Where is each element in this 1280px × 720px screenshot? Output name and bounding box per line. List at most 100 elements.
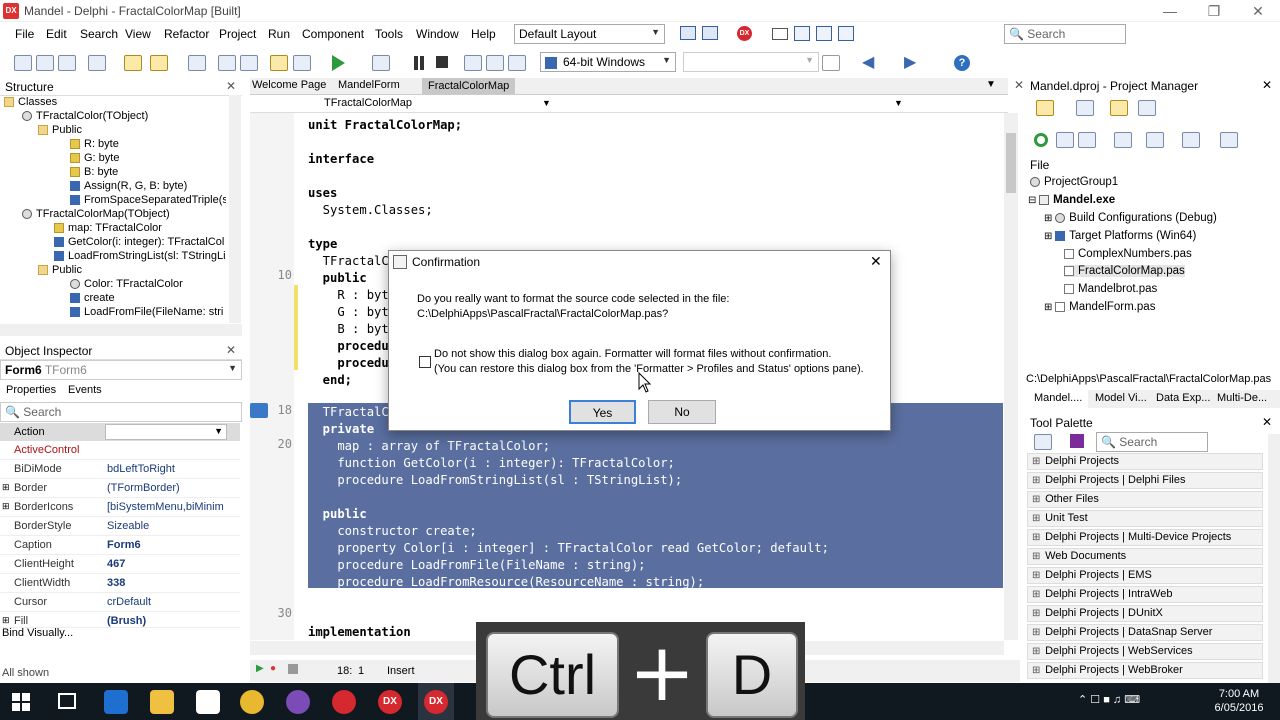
unit-dropdown[interactable]: TFractalColorMap: [324, 97, 412, 109]
categories-icon[interactable]: [1070, 434, 1084, 448]
reopen-icon[interactable]: [124, 55, 142, 71]
ide-search-input[interactable]: 🔍 Search: [1004, 24, 1126, 44]
action-row[interactable]: Action ▼: [0, 423, 240, 441]
palette-category[interactable]: ⊞ Delphi Projects | DUnitX: [1027, 605, 1263, 622]
dx-active-icon[interactable]: DX: [424, 690, 448, 714]
help-icon[interactable]: ?: [954, 55, 970, 71]
folder-icon[interactable]: [1110, 100, 1128, 116]
minimize-button[interactable]: —: [1148, 0, 1192, 22]
palette-category[interactable]: ⊞ Web Documents: [1027, 548, 1263, 565]
run-icon[interactable]: [332, 55, 345, 71]
tree-node-public[interactable]: Public: [38, 123, 82, 137]
palette-category[interactable]: ⊞ Delphi Projects | Delphi Files: [1027, 472, 1263, 489]
palette-category[interactable]: ⊞ Delphi Projects | DataSnap Server: [1027, 624, 1263, 641]
new-icon[interactable]: [14, 55, 32, 71]
file-item[interactable]: FractalColorMap.pas: [1064, 265, 1185, 277]
tree-node-method[interactable]: GetColor(i: integer): TFractalCol: [54, 235, 226, 249]
trace-into-icon[interactable]: [486, 55, 504, 71]
tree-node-class[interactable]: TFractalColorMap(TObject): [22, 207, 170, 221]
scroll-thumb[interactable]: [1006, 133, 1016, 193]
property-row[interactable]: ClientWidth 338: [0, 574, 240, 593]
menu-help[interactable]: Help: [471, 27, 496, 41]
tab-mandelform[interactable]: MandelForm: [338, 79, 400, 91]
stop-icon[interactable]: [288, 664, 298, 674]
palette-category[interactable]: ⊞ Delphi Projects | Multi-Device Project…: [1027, 529, 1263, 546]
tree-node-class[interactable]: TFractalColor(TObject): [22, 109, 148, 123]
clock[interactable]: 7:00 AM 6/05/2016: [1204, 687, 1274, 715]
close-file-icon[interactable]: [88, 55, 106, 71]
tab-properties[interactable]: Properties: [6, 384, 56, 396]
view-icon[interactable]: [1138, 100, 1156, 116]
expand-icon[interactable]: ⊞: [2, 482, 10, 493]
editor-vscrollbar[interactable]: [1004, 113, 1018, 640]
stop-icon[interactable]: [436, 56, 448, 68]
step-over-icon[interactable]: [508, 55, 526, 71]
refresh-devices-icon[interactable]: [822, 55, 840, 71]
layers-icon[interactable]: [1220, 132, 1238, 148]
chevron-down-icon[interactable]: ▼: [542, 98, 551, 108]
close-icon[interactable]: ✕: [1262, 78, 1272, 92]
palette-category[interactable]: ⊞ Unit Test: [1027, 510, 1263, 527]
app-icon[interactable]: [286, 690, 310, 714]
structure-scrollbar[interactable]: [229, 95, 241, 323]
windows-start-icon[interactable]: [12, 693, 30, 711]
file-explorer-icon[interactable]: [150, 690, 174, 714]
palette-category[interactable]: ⊞ Delphi Projects | EMS: [1027, 567, 1263, 584]
close-button[interactable]: ✕: [1236, 0, 1280, 22]
chevron-down-icon[interactable]: ▼: [894, 98, 903, 108]
tree-node-method[interactable]: LoadFromFile(FileName: stri: [70, 305, 226, 319]
save-all-icon[interactable]: [218, 55, 236, 71]
tab-welcome-page[interactable]: Welcome Page: [252, 79, 326, 91]
filter-icon[interactable]: [1146, 132, 1164, 148]
menu-edit[interactable]: Edit: [46, 27, 67, 41]
target-platforms-item[interactable]: ⊞ Target Platforms (Win64): [1044, 230, 1196, 242]
tab-project-manager[interactable]: Mandel....: [1026, 390, 1088, 408]
delphi-app-icon[interactable]: [332, 690, 356, 714]
tree-node-classes[interactable]: Classes: [4, 95, 57, 109]
menu-project[interactable]: Project: [219, 27, 256, 41]
property-row[interactable]: ClientHeight 467: [0, 555, 240, 574]
no-button[interactable]: No: [648, 400, 716, 424]
component-selector[interactable]: Form6 TForm6 ▼: [0, 360, 242, 380]
menu-file[interactable]: File: [15, 27, 34, 41]
step-icon[interactable]: [464, 55, 482, 71]
task-view-icon[interactable]: [58, 693, 76, 709]
palette-category[interactable]: ⊞ Delphi Projects: [1027, 453, 1263, 470]
collapse-icon[interactable]: ⊟: [1028, 195, 1039, 206]
menu-component[interactable]: Component: [302, 27, 364, 41]
tree-node-method[interactable]: LoadFromStringList(sl: TStringLi: [54, 249, 226, 263]
close-icon[interactable]: ✕: [1262, 415, 1272, 429]
tree-node-method[interactable]: FromSpaceSeparatedTriple(s: [70, 193, 226, 207]
structure-hscrollbar[interactable]: [0, 324, 242, 336]
editor-close-icon[interactable]: ✕: [1014, 78, 1024, 92]
tree-node-method[interactable]: create: [70, 291, 115, 305]
tab-events[interactable]: Events: [68, 384, 102, 396]
desktop-save-icon[interactable]: [680, 26, 696, 40]
export-icon[interactable]: [838, 26, 854, 41]
desktop-load-icon[interactable]: [702, 26, 718, 40]
palette-search-input[interactable]: 🔍 Search: [1096, 432, 1208, 452]
yes-button[interactable]: Yes: [569, 400, 636, 424]
expand-icon[interactable]: ⊞: [1044, 213, 1055, 224]
open-icon[interactable]: [58, 55, 76, 71]
tabs-dropdown-icon[interactable]: ▼: [986, 79, 996, 90]
forward-arrow-icon[interactable]: ▶: [904, 55, 916, 71]
expand-icon[interactable]: ⊞: [2, 501, 10, 512]
device-dropdown[interactable]: ▼: [683, 52, 819, 72]
palette-options-icon[interactable]: [1034, 434, 1052, 450]
expand-icon[interactable]: ⊞: [2, 615, 10, 626]
menu-window[interactable]: Window: [416, 27, 459, 41]
dont-show-checkbox[interactable]: [419, 356, 431, 368]
tree-node-method[interactable]: Assign(R, G, B: byte): [70, 179, 187, 193]
open-folder-icon[interactable]: [270, 55, 288, 71]
tree-node-field[interactable]: map: TFractalColor: [54, 221, 162, 235]
file-item[interactable]: ComplexNumbers.pas: [1064, 248, 1192, 260]
menu-view[interactable]: View: [125, 27, 151, 41]
property-row[interactable]: ⊞ Border (TFormBorder): [0, 479, 240, 498]
action-dropdown[interactable]: ▼: [105, 424, 227, 440]
remove-file-icon[interactable]: [293, 55, 311, 71]
collapse-all-icon[interactable]: [1078, 132, 1096, 148]
mail-icon[interactable]: [772, 28, 788, 40]
expand-icon[interactable]: ⊞: [1044, 231, 1055, 242]
options-icon[interactable]: [1076, 100, 1094, 116]
